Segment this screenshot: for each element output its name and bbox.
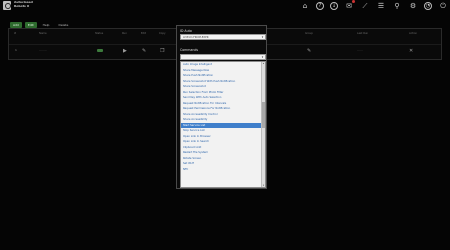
column-header: Run [122, 32, 127, 35]
column-header: Name [39, 32, 47, 35]
column-header: Status [95, 32, 104, 35]
edit-icon[interactable]: ✎ [142, 48, 146, 54]
id-label: ID Auto [180, 29, 192, 33]
time-icon[interactable]: ◔ [424, 2, 432, 10]
row-index: 1 [15, 48, 17, 52]
brand-line-2: Robots X [14, 3, 30, 8]
top-bar: Autoclosed Robots X ⌂ ? ↓ ✉ ⟋ ☰ ⚲ ⚙ ◔ ⏻ [0, 0, 450, 14]
column-header: Action [409, 32, 418, 35]
top-icon-toolbar: ⌂ ? ↓ ✉ ⟋ ☰ ⚲ ⚙ ◔ ⏻ [300, 0, 448, 11]
power-icon[interactable]: ⏻ [438, 1, 448, 11]
run-icon[interactable]: ▶ [123, 48, 127, 54]
id-select-value: LIVE-ID-FROM-EXPR [183, 36, 209, 39]
chevron-down-icon: ▾ [261, 55, 264, 59]
row-name: ········ [39, 48, 47, 52]
settings-icon[interactable]: ⚙ [408, 1, 418, 11]
command-option[interactable]: NFC [181, 167, 265, 173]
command-dialog: ID Auto LIVE-ID-FROM-EXPR ▾ Commands ▾ A… [176, 25, 267, 189]
status-badge [97, 49, 103, 52]
scroll-down-icon[interactable]: ▾ [262, 184, 265, 187]
command-options: Auto Image Intelligent Share Message Now S… [181, 62, 265, 172]
pencil-icon[interactable]: ✎ [307, 48, 311, 54]
column-header: Group [305, 32, 313, 35]
home-icon[interactable]: ⌂ [300, 1, 310, 11]
column-header: Edit [141, 32, 147, 35]
chevron-down-icon: ▾ [261, 35, 264, 39]
command-label: Commands [180, 48, 199, 52]
app-logo-icon [3, 1, 11, 10]
id-select[interactable]: LIVE-ID-FROM-EXPR ▾ [180, 34, 266, 40]
message-icon[interactable]: ✉ [344, 0, 355, 11]
list-scrollbar[interactable]: ▴ ▾ [261, 62, 265, 187]
location-icon[interactable]: ⚲ [392, 1, 402, 11]
delete-icon[interactable]: ✕ [409, 48, 413, 54]
download-icon[interactable]: ↓ [330, 2, 338, 10]
command-select[interactable]: ▾ [180, 54, 266, 60]
column-header: # [14, 32, 17, 35]
help-icon[interactable]: ? [316, 2, 324, 10]
column-header: Copy [159, 32, 166, 35]
column-header: Last Run [357, 32, 369, 35]
wand-icon[interactable]: ⟋ [360, 1, 370, 11]
copy-icon[interactable]: ❐ [160, 48, 164, 54]
row-last-run: ······ [357, 48, 363, 52]
brand-name: Autoclosed Robots X [14, 0, 33, 8]
notes-icon[interactable]: ☰ [376, 1, 386, 11]
scroll-up-icon[interactable]: ▴ [262, 62, 265, 65]
scroll-thumb[interactable] [262, 102, 265, 128]
command-dropdown-list[interactable]: Auto Image Intelligent Share Message Now S… [180, 61, 266, 188]
